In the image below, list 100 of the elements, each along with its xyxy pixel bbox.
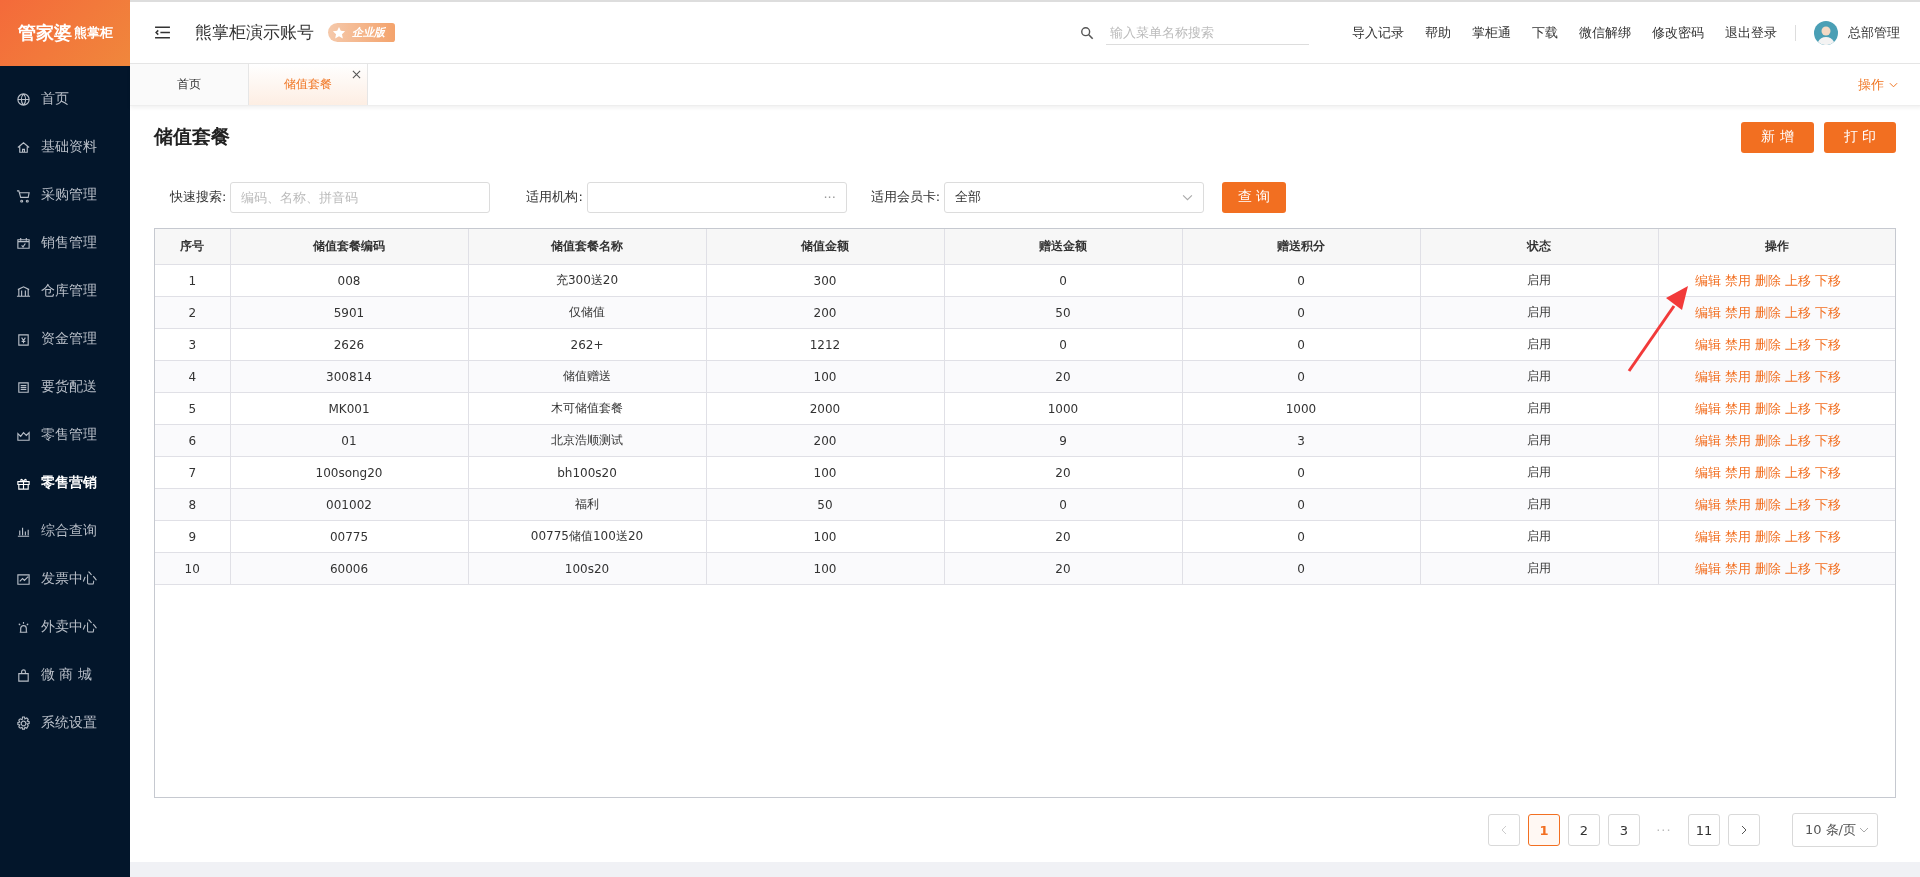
row-action-link[interactable]: 上移 [1784, 496, 1811, 512]
sidebar-item[interactable]: 系统设置 [0, 699, 130, 747]
row-action-link[interactable]: 禁用 [1724, 496, 1751, 512]
row-action-link[interactable]: 禁用 [1724, 560, 1751, 576]
row-action-link[interactable]: 编辑 [1694, 496, 1721, 512]
row-action-link[interactable]: 编辑 [1694, 528, 1721, 544]
header-link[interactable]: 下载 [1532, 23, 1558, 42]
header-link[interactable]: 帮助 [1425, 23, 1451, 42]
search-field[interactable]: 编码、名称、拼音码 [230, 181, 491, 213]
query-button[interactable]: 查 询 [1222, 181, 1287, 213]
row-action-link[interactable]: 下移 [1814, 464, 1841, 480]
row-action-link[interactable]: 下移 [1814, 528, 1841, 544]
user-name[interactable]: 总部管理 [1848, 23, 1900, 42]
row-action-link[interactable]: 编辑 [1694, 560, 1721, 576]
row-action-link[interactable]: 禁用 [1724, 528, 1751, 544]
actions-dropdown[interactable]: 操作 [1858, 64, 1898, 106]
tab[interactable]: 首页 [130, 64, 249, 106]
table-cell: 启用 [1420, 360, 1658, 393]
sidebar-item[interactable]: 采购管理 [0, 171, 130, 219]
row-action-link[interactable]: 删除 [1754, 496, 1781, 512]
close-icon[interactable] [352, 70, 361, 80]
row-action-link[interactable]: 编辑 [1694, 272, 1721, 288]
page-button[interactable]: 1 [1527, 814, 1560, 847]
row-action-link[interactable]: 删除 [1754, 304, 1781, 320]
table-cell: 10 [155, 552, 230, 585]
row-action-link[interactable]: 编辑 [1694, 400, 1721, 416]
column-header: 储值套餐编码 [230, 229, 468, 265]
row-action-link[interactable]: 上移 [1784, 272, 1811, 288]
header-link[interactable]: 退出登录 [1725, 23, 1777, 42]
header-link[interactable]: 掌柜通 [1472, 23, 1511, 42]
header-link[interactable]: 微信解绑 [1579, 23, 1631, 42]
row-action-link[interactable]: 删除 [1754, 560, 1781, 576]
page-button[interactable]: 11 [1687, 814, 1720, 847]
page-button[interactable]: 3 [1607, 814, 1640, 847]
sidebar-item[interactable]: 销售管理 [0, 219, 130, 267]
row-action-link[interactable]: 删除 [1754, 432, 1781, 448]
sidebar-item[interactable]: 仓库管理 [0, 267, 130, 315]
table-cell: 8 [155, 488, 230, 521]
row-action-link[interactable]: 上移 [1784, 368, 1811, 384]
sidebar-item[interactable]: 综合查询 [0, 507, 130, 555]
table-cell: 0 [944, 488, 1182, 521]
row-action-link[interactable]: 删除 [1754, 464, 1781, 480]
sidebar-item[interactable]: 发票中心 [0, 555, 130, 603]
row-action-link[interactable]: 下移 [1814, 272, 1841, 288]
row-action-link[interactable]: 编辑 [1694, 464, 1721, 480]
sidebar-item[interactable]: 基础资料 [0, 123, 130, 171]
page-size-select[interactable]: 10 条/页 [1791, 813, 1878, 848]
row-action-link[interactable]: 删除 [1754, 368, 1781, 384]
row-action-link[interactable]: 下移 [1814, 496, 1841, 512]
row-action-link[interactable]: 编辑 [1694, 336, 1721, 352]
sidebar-item[interactable]: 首页 [0, 75, 130, 123]
sidebar-item[interactable]: 外卖中心 [0, 603, 130, 651]
table-cell: MK001 [230, 392, 468, 425]
row-action-link[interactable]: 下移 [1814, 336, 1841, 352]
row-action-link[interactable]: 删除 [1754, 272, 1781, 288]
row-action-link[interactable]: 下移 [1814, 400, 1841, 416]
row-action-link[interactable]: 编辑 [1694, 304, 1721, 320]
row-action-link[interactable]: 禁用 [1724, 464, 1751, 480]
header-link[interactable]: 导入记录 [1352, 23, 1404, 42]
card-select[interactable]: 全部 [944, 181, 1205, 213]
sidebar-item[interactable]: 微 商 城 [0, 651, 130, 699]
row-action-link[interactable]: 编辑 [1694, 432, 1721, 448]
row-action-link[interactable]: 禁用 [1724, 368, 1751, 384]
row-action-link[interactable]: 禁用 [1724, 304, 1751, 320]
sidebar-item[interactable]: 要货配送 [0, 363, 130, 411]
row-action-link[interactable]: 上移 [1784, 432, 1811, 448]
sidebar-item[interactable]: 零售管理 [0, 411, 130, 459]
row-action-link[interactable]: 禁用 [1724, 272, 1751, 288]
row-action-link[interactable]: 下移 [1814, 304, 1841, 320]
column-header: 序号 [155, 229, 230, 265]
tab[interactable]: 储值套餐 [249, 64, 368, 106]
row-action-link[interactable]: 下移 [1814, 432, 1841, 448]
table-cell: 9 [155, 520, 230, 553]
sidebar-item[interactable]: 资金管理 [0, 315, 130, 363]
table-cell: 4 [155, 360, 230, 393]
avatar[interactable] [1814, 20, 1838, 45]
page-button[interactable]: 2 [1567, 814, 1600, 847]
row-action-link[interactable]: 禁用 [1724, 336, 1751, 352]
row-action-link[interactable]: 上移 [1784, 560, 1811, 576]
sidebar-item[interactable]: 零售营销 [0, 459, 130, 507]
header-link[interactable]: 修改密码 [1652, 23, 1704, 42]
row-action-link[interactable]: 上移 [1784, 336, 1811, 352]
row-action-link[interactable]: 上移 [1784, 528, 1811, 544]
row-action-link[interactable]: 删除 [1754, 400, 1781, 416]
row-action-link[interactable]: 上移 [1784, 400, 1811, 416]
action-button[interactable]: 打 印 [1823, 121, 1896, 153]
row-action-link[interactable]: 禁用 [1724, 400, 1751, 416]
row-action-link[interactable]: 禁用 [1724, 432, 1751, 448]
row-action-link[interactable]: 下移 [1814, 368, 1841, 384]
org-picker-field[interactable]: ··· [586, 181, 847, 213]
row-action-link[interactable]: 编辑 [1694, 368, 1721, 384]
row-action-link[interactable]: 下移 [1814, 560, 1841, 576]
row-action-link[interactable]: 上移 [1784, 304, 1811, 320]
table-cell: 启用 [1420, 552, 1658, 585]
row-action-link[interactable]: 删除 [1754, 336, 1781, 352]
action-button[interactable]: 新 增 [1741, 121, 1814, 153]
table-cell: 0 [1182, 552, 1420, 585]
row-action-link[interactable]: 删除 [1754, 528, 1781, 544]
row-action-link[interactable]: 上移 [1784, 464, 1811, 480]
table-cell: 0 [944, 328, 1182, 361]
